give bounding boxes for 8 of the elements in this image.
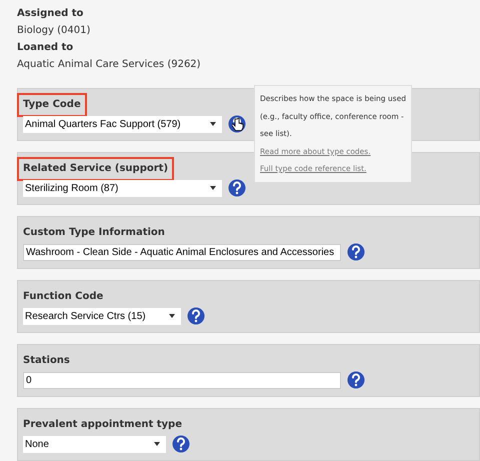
info-label: Assigned to	[17, 7, 84, 21]
field-label: Prevalent appointment type	[23, 418, 182, 432]
info-value: Aquatic Animal Care Services (9262)	[17, 58, 202, 72]
field-label: Stations	[23, 354, 70, 368]
info-value: Biology (0401)	[17, 24, 92, 38]
field-label: Custom Type Information	[23, 226, 165, 240]
field-label: Function Code	[23, 290, 104, 304]
info-label: Loaned to	[17, 41, 74, 55]
